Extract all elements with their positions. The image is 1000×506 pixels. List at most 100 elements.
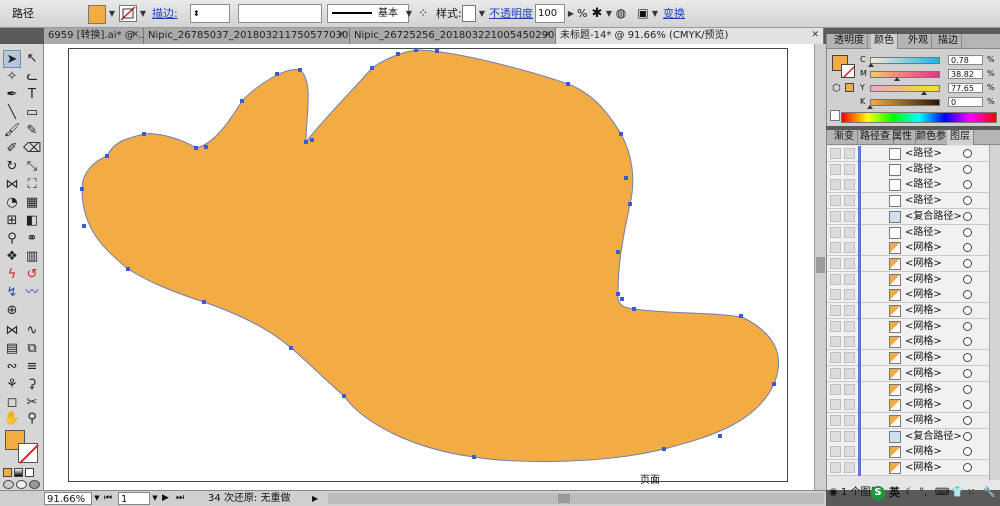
artboard-dropdown-arrow[interactable]: ▼ <box>150 492 160 505</box>
visibility-toggle[interactable] <box>830 383 841 395</box>
layer-row[interactable]: <网格> <box>827 318 989 335</box>
slider-c[interactable]: C 0.78% <box>860 55 1000 67</box>
ime-language-label[interactable]: 英 <box>889 487 900 499</box>
sogou-ime-icon[interactable]: S <box>871 486 885 500</box>
target-circle-icon[interactable] <box>963 447 972 457</box>
anchor-point[interactable] <box>435 49 439 53</box>
anchor-point[interactable] <box>628 202 632 206</box>
recolor-dropdown-arrow[interactable]: ▼ <box>604 4 614 23</box>
lock-toggle[interactable] <box>844 430 855 442</box>
none-color-swatch[interactable] <box>830 110 840 121</box>
anchor-point[interactable] <box>414 48 418 52</box>
layer-row[interactable]: <网格> <box>827 365 989 382</box>
visibility-toggle[interactable] <box>830 430 841 442</box>
layer-row[interactable]: <网格> <box>827 460 989 476</box>
visibility-toggle[interactable] <box>830 336 841 348</box>
slider-thumb[interactable] <box>921 91 928 95</box>
wrench-icon[interactable]: 🔧 <box>983 487 995 498</box>
draw-behind-icon[interactable] <box>16 480 27 489</box>
next-artboard-icon[interactable]: ▶ <box>162 492 174 505</box>
anchor-point[interactable] <box>342 394 346 398</box>
target-circle-icon[interactable] <box>963 149 972 158</box>
anchor-point[interactable] <box>396 52 400 56</box>
anchor-point[interactable] <box>126 267 130 271</box>
zoom-field[interactable]: 91.66% <box>44 492 92 505</box>
vertical-scroll-thumb[interactable] <box>816 257 825 273</box>
layer-row[interactable]: <网格> <box>827 412 989 429</box>
artboard-number-field[interactable]: 1 <box>118 492 150 505</box>
color-stroke-proxy[interactable] <box>841 64 855 78</box>
anchor-point[interactable] <box>204 145 208 149</box>
target-circle-icon[interactable] <box>963 368 972 378</box>
lock-toggle[interactable] <box>844 257 855 269</box>
anchor-point[interactable] <box>80 187 84 191</box>
anchor-point[interactable] <box>739 314 743 318</box>
anchor-point[interactable] <box>82 224 86 228</box>
horizontal-scrollbar[interactable] <box>328 493 824 504</box>
visibility-toggle[interactable] <box>830 148 841 159</box>
hand-tool-icon[interactable]: ✋ <box>3 410 21 428</box>
slider-track[interactable] <box>870 85 940 92</box>
lock-toggle[interactable] <box>844 305 855 316</box>
globe-icon[interactable]: ◍ <box>614 4 628 23</box>
hat-shape-path[interactable] <box>81 49 780 463</box>
lock-toggle[interactable] <box>844 320 855 332</box>
anchor-point[interactable] <box>275 72 279 76</box>
doc-tab-active[interactable]: 未标题-14* @ 91.66% (CMYK/预览) ✕ <box>556 28 824 44</box>
layer-row[interactable]: <网格> <box>827 397 989 414</box>
visibility-toggle[interactable] <box>830 414 841 426</box>
visibility-toggle[interactable] <box>830 179 841 191</box>
layer-row[interactable]: <网格> <box>827 350 989 367</box>
tab-attributes[interactable]: 属性 <box>889 130 916 145</box>
anchor-point[interactable] <box>194 146 198 150</box>
visibility-toggle[interactable] <box>830 305 841 316</box>
stroke-label[interactable]: 描边: <box>152 4 178 23</box>
layer-row[interactable]: <网格> <box>827 287 989 304</box>
color-mode-icon[interactable] <box>3 468 12 477</box>
target-circle-icon[interactable] <box>963 274 972 284</box>
visibility-toggle[interactable] <box>830 289 841 301</box>
lock-toggle[interactable] <box>844 336 855 348</box>
anchor-point[interactable] <box>304 140 308 144</box>
target-circle-icon[interactable] <box>963 243 972 253</box>
slider-k[interactable]: K 0% <box>860 97 1000 109</box>
stroke-color-swatch[interactable] <box>119 5 137 22</box>
slider-value-field[interactable]: 38.82 <box>948 69 983 79</box>
target-circle-icon[interactable] <box>963 196 972 206</box>
anchor-point[interactable] <box>616 250 620 254</box>
style-swatch[interactable] <box>462 5 476 22</box>
punctuation-icon[interactable]: °, <box>919 487 927 498</box>
anchor-point[interactable] <box>289 346 293 350</box>
doc-tab[interactable]: Nipic_26785037_20180321175057703037.ai* … <box>144 28 350 44</box>
anchor-point[interactable] <box>616 292 620 296</box>
anchor-point[interactable] <box>566 82 570 86</box>
artboard-tool-icon[interactable]: ⊕ <box>3 302 21 320</box>
slider-thumb[interactable] <box>867 63 874 67</box>
anchor-point[interactable] <box>619 132 623 136</box>
doc-tab[interactable]: Nipic_26725256_20180322100545029030.ai* … <box>350 28 556 44</box>
anchor-point[interactable] <box>472 455 476 459</box>
layer-row[interactable]: <路径> <box>827 193 989 210</box>
target-circle-icon[interactable] <box>963 353 972 363</box>
tab-layers[interactable]: 图层 <box>947 130 974 145</box>
target-circle-icon[interactable] <box>963 180 972 190</box>
zoom-dropdown-arrow[interactable]: ▼ <box>92 492 102 505</box>
anchor-point[interactable] <box>632 307 636 311</box>
target-circle-icon[interactable] <box>963 431 972 441</box>
gamut-swatch[interactable] <box>845 83 854 92</box>
visibility-toggle[interactable] <box>830 446 841 458</box>
target-circle-icon[interactable] <box>963 384 972 394</box>
anchor-point[interactable] <box>202 300 206 304</box>
target-circle-icon[interactable] <box>963 290 972 300</box>
fill-dropdown-arrow[interactable]: ▼ <box>107 4 117 23</box>
lock-toggle[interactable] <box>844 352 855 364</box>
layer-row[interactable]: <网格> <box>827 240 989 257</box>
tab-color-guide[interactable]: 颜色参 <box>913 130 950 145</box>
anchor-point[interactable] <box>662 447 666 451</box>
stroke-weight-field[interactable]: ⬍ <box>190 4 230 23</box>
lock-toggle[interactable] <box>844 289 855 301</box>
anchor-point[interactable] <box>624 176 628 180</box>
target-circle-icon[interactable] <box>963 463 972 472</box>
moon-icon[interactable]: ☾ <box>905 487 914 498</box>
stroke-dropdown-arrow[interactable]: ▼ <box>138 4 148 23</box>
